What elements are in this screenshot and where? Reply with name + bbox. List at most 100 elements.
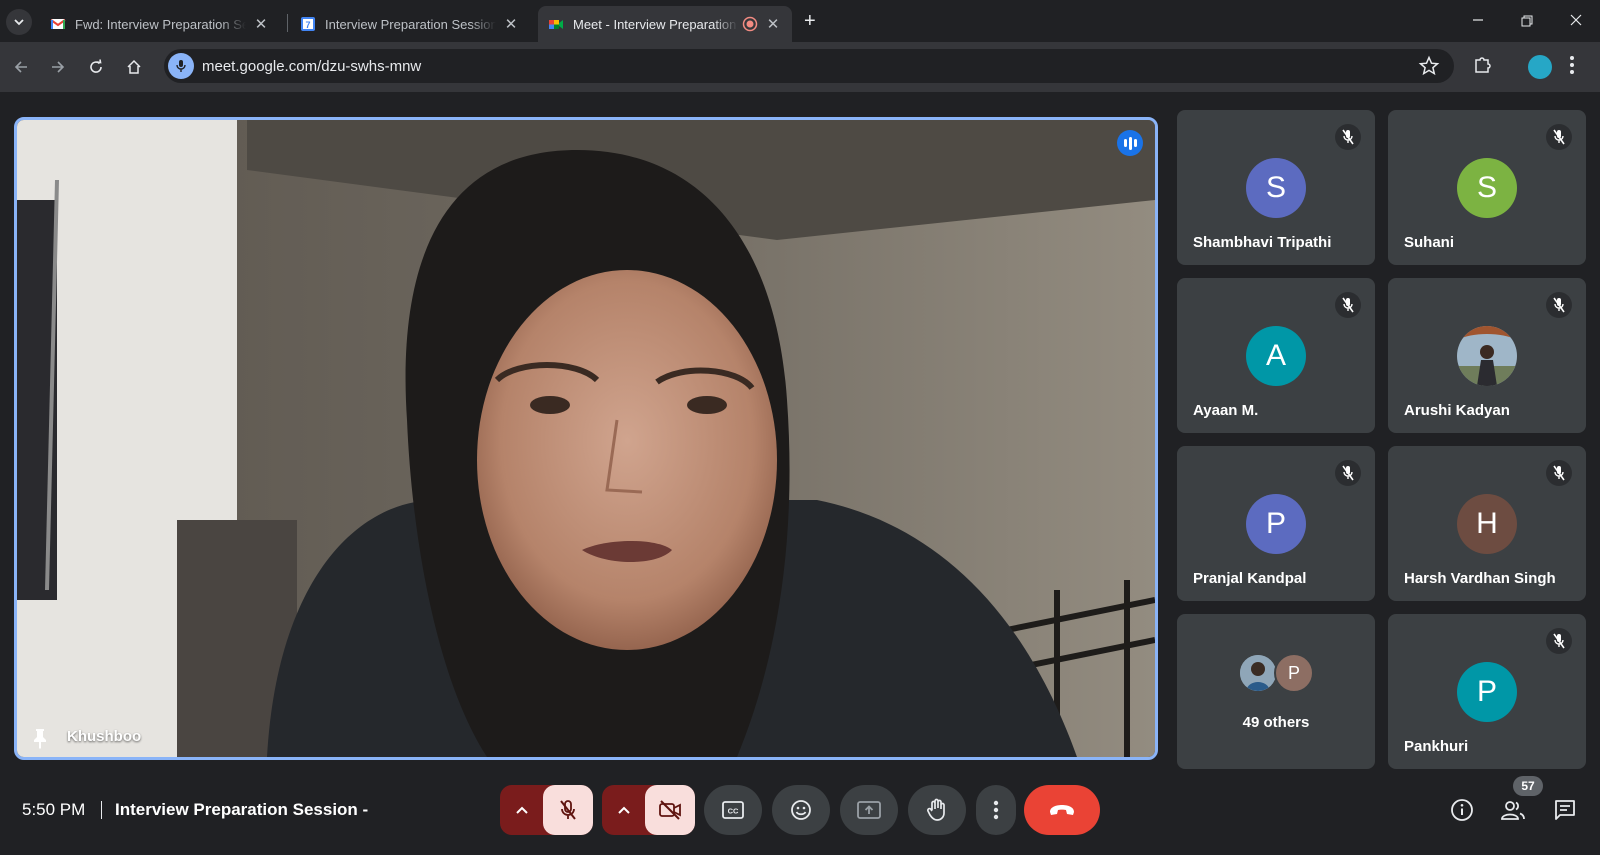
- chevron-down-icon: [14, 19, 24, 26]
- people-button[interactable]: [1498, 795, 1528, 825]
- avatar: A: [1246, 326, 1306, 386]
- pin-icon[interactable]: [31, 727, 49, 749]
- participant-name: Arushi Kadyan: [1404, 402, 1510, 419]
- speaking-indicator-icon: [1117, 130, 1143, 156]
- avatar-photo: [1238, 653, 1278, 693]
- mic-off-icon: [1335, 460, 1361, 486]
- minimize-icon[interactable]: [1472, 14, 1484, 26]
- emoji-icon: [791, 800, 811, 820]
- avatar: P: [1246, 494, 1306, 554]
- close-icon[interactable]: ✕: [764, 15, 782, 33]
- participant-count-badge: 57: [1513, 776, 1543, 796]
- microphone-icon: [176, 60, 186, 72]
- meet-icon: [549, 20, 563, 29]
- participant-tile[interactable]: H Harsh Vardhan Singh: [1388, 446, 1586, 601]
- mic-off-icon: [1546, 292, 1572, 318]
- tab-calendar[interactable]: 7 Interview Preparation Session - ✕: [290, 6, 530, 42]
- others-tile[interactable]: P 49 others: [1177, 614, 1375, 769]
- mic-off-icon: [1335, 124, 1361, 150]
- forward-button[interactable]: [45, 54, 71, 80]
- end-call-icon: [1050, 805, 1074, 815]
- tab-title: Meet - Interview Preparation Session: [573, 16, 738, 32]
- reload-button[interactable]: [83, 54, 109, 80]
- participant-name: Pranjal Kandpal: [1193, 570, 1307, 587]
- mic-off-icon: [1546, 124, 1572, 150]
- main-speaker-video[interactable]: Khushboo: [14, 117, 1158, 760]
- participant-tile[interactable]: Arushi Kadyan: [1388, 278, 1586, 433]
- chat-icon: [1555, 800, 1575, 820]
- bookmark-star-icon[interactable]: [1418, 55, 1440, 77]
- avatar-photo: [1457, 326, 1517, 386]
- chat-button[interactable]: [1550, 795, 1580, 825]
- participant-tile[interactable]: P Pranjal Kandpal: [1177, 446, 1375, 601]
- others-count-label: 49 others: [1242, 714, 1310, 731]
- speaker-video-frame: [17, 120, 1155, 757]
- new-tab-button[interactable]: +: [804, 10, 816, 33]
- close-icon[interactable]: ✕: [502, 15, 520, 33]
- home-button[interactable]: [121, 54, 147, 80]
- participant-name: Shambhavi Tripathi: [1193, 234, 1332, 251]
- participant-name: Suhani: [1404, 234, 1455, 251]
- close-window-icon[interactable]: [1570, 14, 1582, 26]
- tab-title: Fwd: Interview Preparation Session: [75, 16, 246, 32]
- meeting-title: Interview Preparation Session -: [115, 800, 369, 819]
- back-button[interactable]: [8, 54, 34, 80]
- address-bar[interactable]: meet.google.com/dzu-swhs-mnw: [164, 49, 1454, 83]
- raise-hand-button[interactable]: [908, 785, 966, 835]
- closed-captions-icon: CC: [722, 801, 744, 819]
- calendar-icon: 7: [301, 17, 315, 31]
- mic-off-icon: [560, 800, 576, 820]
- tab-divider: [287, 14, 288, 32]
- avatar: P: [1274, 653, 1314, 693]
- toggle-camera-button[interactable]: [645, 785, 695, 835]
- svg-text:7: 7: [305, 20, 310, 30]
- camera-off-icon: [659, 800, 681, 820]
- mic-off-icon: [1546, 628, 1572, 654]
- reactions-button[interactable]: [772, 785, 830, 835]
- present-screen-icon: [857, 801, 881, 819]
- people-icon: [1501, 801, 1525, 820]
- arrow-left-icon: [14, 61, 27, 73]
- participant-tile[interactable]: P Pankhuri: [1388, 614, 1586, 769]
- close-icon[interactable]: ✕: [252, 15, 270, 33]
- avatar: S: [1246, 158, 1306, 218]
- tab-search-button[interactable]: [6, 9, 32, 35]
- microphone-control: [500, 785, 593, 835]
- avatar: H: [1457, 494, 1517, 554]
- camera-control: [602, 785, 695, 835]
- browser-toolbar: meet.google.com/dzu-swhs-mnw: [0, 42, 1600, 92]
- extensions-icon[interactable]: [1472, 54, 1494, 76]
- arrow-right-icon: [52, 61, 65, 73]
- toggle-microphone-button[interactable]: [543, 785, 593, 835]
- mic-off-icon: [1335, 292, 1361, 318]
- tab-meet[interactable]: Meet - Interview Preparation Session ✕: [538, 6, 792, 42]
- restore-icon[interactable]: [1521, 15, 1533, 27]
- avatar: S: [1457, 158, 1517, 218]
- home-icon: [127, 59, 141, 74]
- mic-active-indicator[interactable]: [168, 53, 194, 79]
- profile-avatar[interactable]: [1528, 55, 1552, 79]
- audio-options-button[interactable]: [500, 785, 544, 835]
- participant-tile[interactable]: S Suhani: [1388, 110, 1586, 265]
- present-screen-button[interactable]: [840, 785, 898, 835]
- tab-title: Interview Preparation Session -: [325, 16, 496, 32]
- participant-name: Ayaan M.: [1193, 402, 1259, 419]
- participant-tile[interactable]: A Ayaan M.: [1177, 278, 1375, 433]
- tab-gmail[interactable]: Fwd: Interview Preparation Session ✕: [40, 6, 280, 42]
- leave-call-button[interactable]: [1024, 785, 1100, 835]
- participant-tile[interactable]: S Shambhavi Tripathi: [1177, 110, 1375, 265]
- kebab-menu-icon: [993, 800, 999, 820]
- mic-off-icon: [1546, 460, 1572, 486]
- kebab-menu-icon[interactable]: [1569, 54, 1575, 76]
- video-options-button[interactable]: [602, 785, 646, 835]
- captions-button[interactable]: CC: [704, 785, 762, 835]
- avatar: P: [1457, 662, 1517, 722]
- recording-icon: [742, 16, 758, 32]
- more-options-button[interactable]: [976, 785, 1016, 835]
- svg-text:CC: CC: [728, 807, 739, 816]
- divider: [101, 801, 102, 819]
- meeting-clock: 5:50 PM: [22, 800, 86, 819]
- meeting-details-button[interactable]: [1447, 795, 1477, 825]
- speaker-name: Khushboo: [67, 728, 142, 745]
- chevron-up-icon: [516, 806, 528, 814]
